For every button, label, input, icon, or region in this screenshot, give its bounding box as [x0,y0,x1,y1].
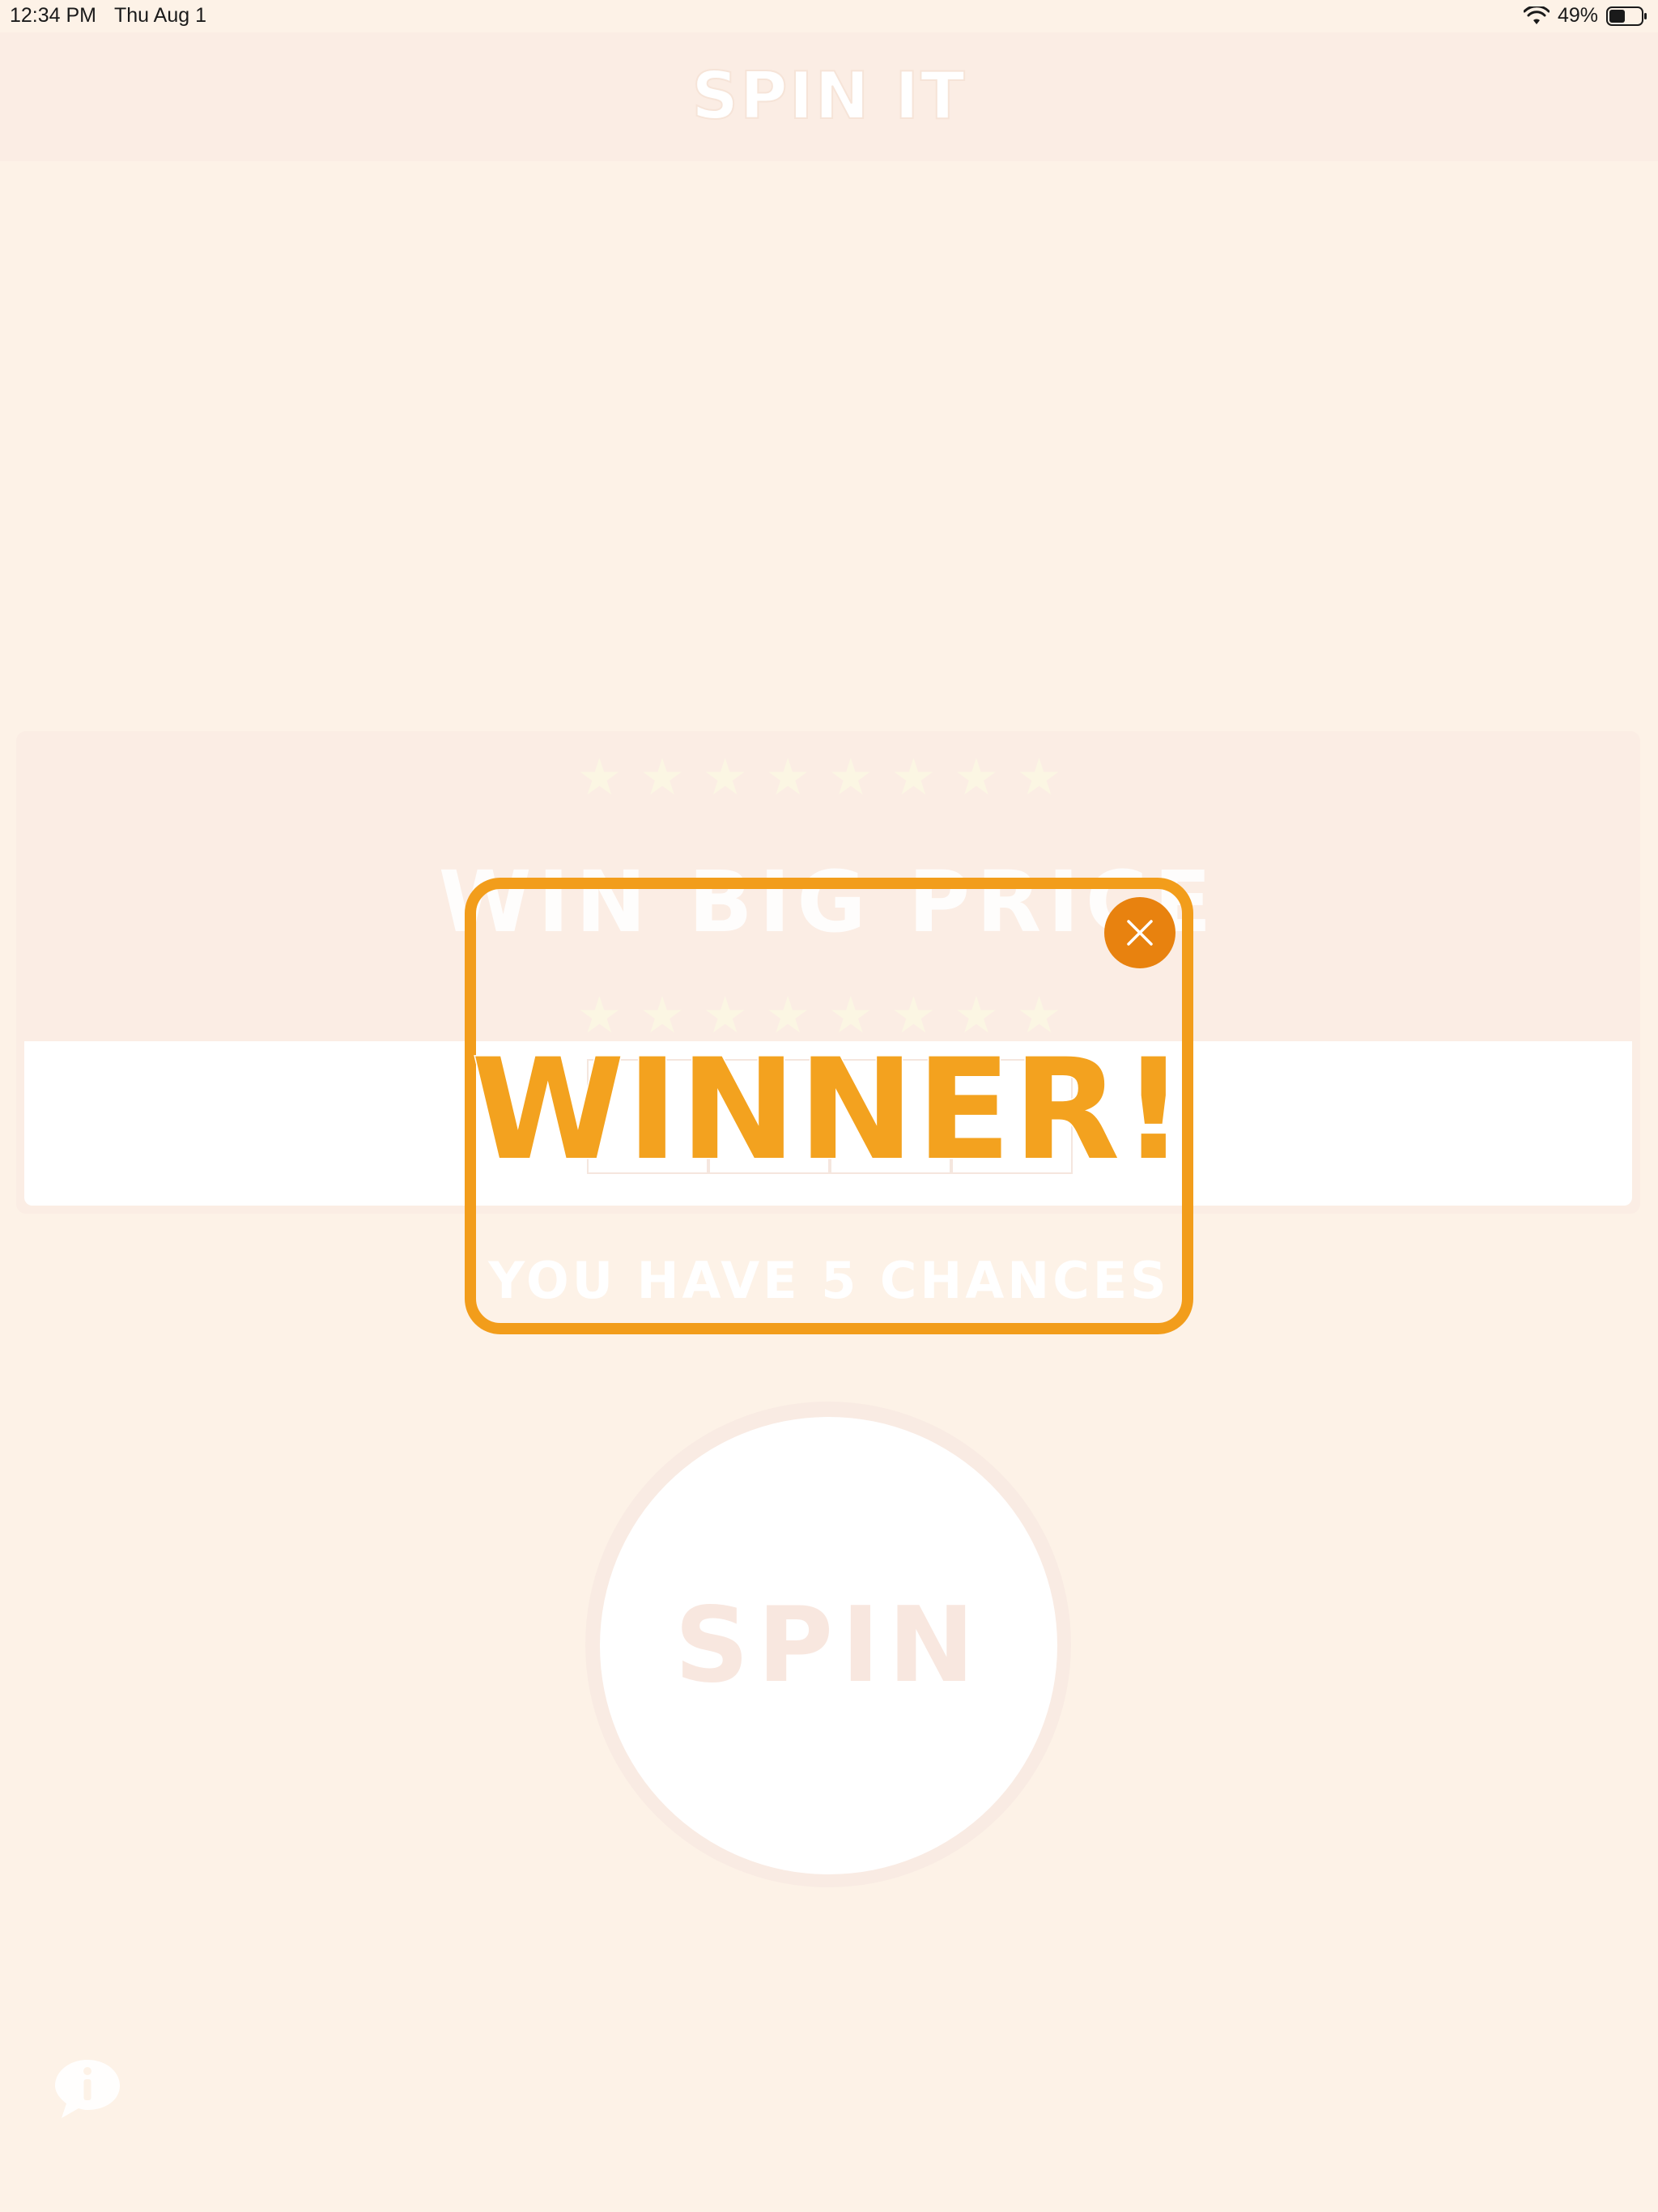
status-date: Thu Aug 1 [114,4,206,27]
wifi-icon [1523,6,1550,24]
winner-title: WINNER! [470,1027,1187,1193]
close-button[interactable] [1104,897,1175,968]
app-screen: 12:34 PM Thu Aug 1 49% SPIN IT ★★★★★★★★ … [0,0,1658,2212]
spin-button-label: SPIN [674,1585,983,1706]
nav-bar: SPIN IT [0,32,1658,161]
stars-top-row: ★★★★★★★★ [576,747,1080,806]
status-time: 12:34 PM [10,4,97,27]
status-right-group: 49% [1523,4,1648,28]
close-icon [1127,920,1153,946]
battery-icon [1606,6,1647,26]
status-bar: 12:34 PM Thu Aug 1 49% [0,0,1658,32]
info-icon[interactable] [52,2057,123,2121]
battery-percent: 49% [1557,4,1598,27]
spin-button[interactable]: SPIN [600,1417,1057,1874]
page-title: SPIN IT [691,57,967,134]
